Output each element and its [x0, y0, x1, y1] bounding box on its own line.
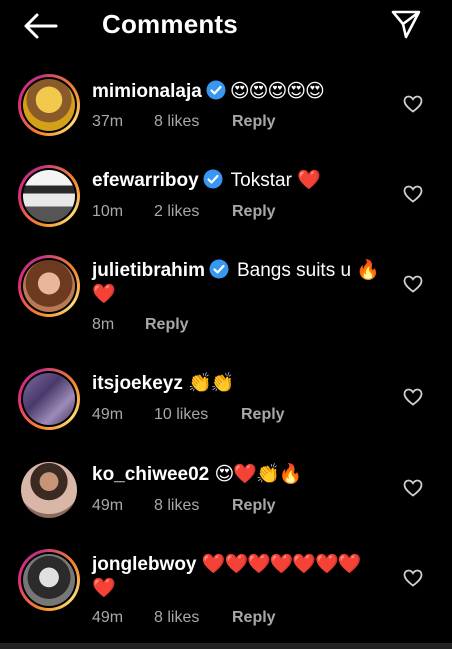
reply-button[interactable]: Reply [232, 497, 276, 515]
avatar [23, 170, 75, 222]
comment-time: 8m [92, 316, 115, 333]
comment-likes[interactable]: 2 likes [154, 203, 232, 221]
comment-time: 10m [92, 203, 124, 220]
comment-emojis: ❤️❤️❤️❤️❤️❤️❤️ [201, 554, 362, 575]
comment-emojis-continued: ❤️ [92, 284, 116, 305]
header: Comments [0, 0, 452, 52]
like-heart-icon[interactable] [403, 569, 423, 587]
reply-button[interactable]: Reply [232, 609, 276, 627]
verified-badge-icon [206, 80, 226, 100]
back-button[interactable] [22, 10, 58, 42]
comment-emojis: 👏👏 [188, 373, 234, 394]
comment-item: julietibrahim Bangs suits u 🔥 ❤️ 8m Reply [0, 253, 452, 353]
comment-username[interactable]: efewarriboy [92, 170, 199, 191]
comment-username[interactable]: mimionalaja [92, 81, 202, 102]
comment-text: Tokstar [230, 170, 292, 191]
avatar-story-ring[interactable] [18, 368, 80, 430]
comment-time: 49m [92, 406, 124, 423]
comment-emojis: 😍❤️👏🔥 [214, 464, 303, 485]
avatar-story-ring[interactable] [18, 459, 80, 521]
comment-item: ko_chiwee02 😍❤️👏🔥 49m 8 likes Reply [0, 457, 452, 543]
comment-text: Bangs suits u [236, 260, 352, 281]
avatar-story-ring[interactable] [18, 74, 80, 136]
avatar-story-ring[interactable] [18, 549, 80, 611]
comment-likes[interactable]: 8 likes [154, 113, 232, 131]
reply-button[interactable]: Reply [145, 316, 189, 334]
bottom-divider [0, 643, 452, 649]
comment-username[interactable]: julietibrahim [92, 260, 205, 281]
avatar-story-ring[interactable] [18, 165, 80, 227]
comment-item: efewarriboy Tokstar ❤️ 10m 2 likes Reply [0, 163, 452, 249]
verified-badge-icon [203, 169, 223, 189]
like-heart-icon[interactable] [403, 275, 423, 293]
comment-likes[interactable]: 8 likes [154, 609, 232, 627]
avatar [23, 260, 75, 312]
like-heart-icon[interactable] [403, 185, 423, 203]
comment-emojis: ❤️ [297, 170, 321, 191]
comment-emojis-continued: ❤️ [92, 578, 116, 599]
like-heart-icon[interactable] [403, 479, 423, 497]
paper-plane-icon [391, 10, 421, 39]
page-title: Comments [102, 9, 238, 39]
comment-emojis: 😍😍😍😍😍 [229, 81, 325, 102]
avatar [21, 462, 77, 518]
avatar [23, 373, 75, 425]
comment-username[interactable]: jonglebwoy [92, 554, 197, 575]
avatar [23, 554, 75, 606]
reply-button[interactable]: Reply [232, 203, 276, 221]
avatar-story-ring[interactable] [18, 255, 80, 317]
comment-time: 37m [92, 113, 124, 130]
comment-time: 49m [92, 497, 124, 514]
reply-button[interactable]: Reply [241, 406, 285, 424]
comment-emojis: 🔥 [356, 260, 380, 281]
comment-likes[interactable]: 10 likes [154, 406, 241, 424]
share-button[interactable] [390, 8, 422, 40]
comment-username[interactable]: itsjoekeyz [92, 373, 183, 394]
comment-item: itsjoekeyz 👏👏 49m 10 likes Reply [0, 366, 452, 452]
like-heart-icon[interactable] [403, 95, 423, 113]
comment-username[interactable]: ko_chiwee02 [92, 464, 209, 485]
comment-likes[interactable]: 8 likes [154, 497, 232, 515]
verified-badge-icon [209, 259, 229, 279]
comment-item: jonglebwoy ❤️❤️❤️❤️❤️❤️❤️ ❤️ 49m 8 likes R… [0, 547, 452, 642]
reply-button[interactable]: Reply [232, 113, 276, 131]
like-heart-icon[interactable] [403, 388, 423, 406]
arrow-left-icon [24, 13, 58, 39]
comment-item: mimionalaja 😍😍😍😍😍 37m 8 likes Reply [0, 72, 452, 158]
comment-time: 49m [92, 609, 124, 626]
avatar [23, 79, 75, 131]
